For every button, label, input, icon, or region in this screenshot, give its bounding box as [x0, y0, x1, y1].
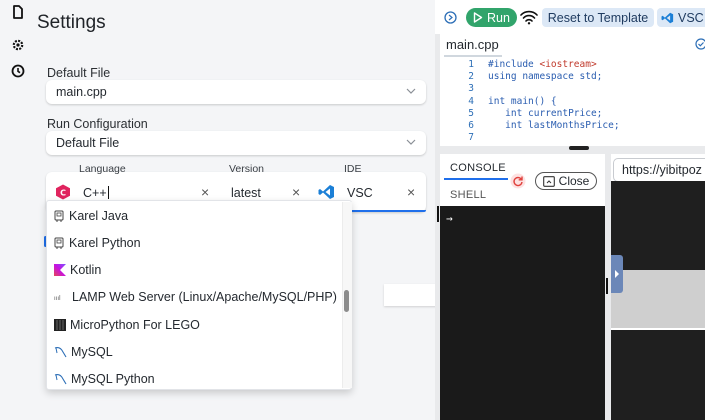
mysql-icon — [54, 347, 67, 358]
chevron-down-icon — [406, 139, 416, 145]
code-line: 6 int lastMonthsPrice; — [468, 120, 620, 131]
preview-content — [611, 181, 705, 270]
preview-content — [611, 270, 705, 328]
tab-shell[interactable]: SHELL — [450, 189, 486, 201]
refresh-icon[interactable] — [510, 173, 526, 189]
version-label: Version — [229, 163, 265, 175]
code-line: 5 int currentPrice; — [468, 108, 603, 119]
svg-text:C: C — [60, 188, 66, 197]
clear-ide-icon[interactable]: × — [407, 185, 415, 199]
reset-to-template-button[interactable]: Reset to Template — [542, 8, 654, 27]
list-item-label: MySQL Python — [71, 372, 155, 386]
lego-icon — [54, 319, 66, 331]
url-bar[interactable]: https://yibitpoz — [613, 158, 705, 182]
language-label: Language — [79, 163, 126, 175]
list-item-label: Karel Python — [69, 236, 141, 250]
run-button-label: Run — [487, 10, 510, 25]
code-line: 1 #include <iostream> — [468, 59, 597, 70]
default-file-label: Default File — [47, 66, 111, 80]
default-file-value: main.cpp — [56, 85, 107, 99]
list-item[interactable]: MicroPython For LEGO — [54, 316, 200, 334]
tab-console[interactable]: CONSOLE — [450, 162, 506, 174]
file-icon[interactable] — [11, 5, 25, 19]
lamp-icon: ıııl — [54, 295, 61, 301]
language-input-value: C++ — [83, 186, 107, 200]
vsc-button[interactable]: VSC — [657, 8, 705, 27]
list-item[interactable]: ıııl LAMP Web Server (Linux/Apache/MySQL… — [54, 288, 337, 306]
list-item[interactable]: Karel Java — [54, 207, 128, 225]
list-item-label: LAMP Web Server (Linux/Apache/MySQL/PHP) — [72, 290, 337, 304]
code-editor[interactable]: main.cpp 1 #include <iostream> 2 using nam… — [440, 34, 705, 146]
terminal-prompt: → — [446, 212, 453, 225]
text-caret — [107, 186, 109, 199]
terminal-output[interactable] — [440, 206, 605, 420]
karel-icon — [54, 237, 64, 249]
code-line: 3 — [468, 83, 474, 94]
text-cursor — [437, 206, 439, 222]
check-circle-icon — [695, 38, 705, 50]
gear-icon[interactable] — [11, 38, 25, 52]
clear-version-icon[interactable]: × — [292, 185, 300, 199]
svg-text:ıııl: ıııl — [54, 295, 61, 301]
tab-underline — [444, 55, 502, 57]
tab-underline — [444, 178, 508, 180]
window-icon — [542, 175, 555, 187]
run-config-label: Run Configuration — [47, 117, 148, 131]
list-item[interactable]: MySQL Python — [54, 370, 155, 388]
ide-label: IDE — [344, 163, 362, 175]
preview-content — [611, 330, 705, 420]
list-item-label: Kotlin — [70, 263, 102, 277]
wifi-icon[interactable] — [520, 9, 538, 25]
language-input[interactable]: C++ — [83, 186, 109, 200]
list-item[interactable]: Kotlin — [54, 261, 101, 279]
list-item-label: MicroPython For LEGO — [70, 318, 200, 332]
clear-language-icon[interactable]: × — [201, 185, 209, 199]
splitter-handle[interactable] — [606, 278, 608, 294]
karel-icon — [54, 210, 64, 222]
close-button-label: Close — [558, 174, 590, 188]
language-dropdown[interactable]: Karel Java Karel Python Kotlin ıııl LAMP… — [46, 200, 352, 390]
list-item[interactable]: MySQL — [54, 343, 113, 361]
mysql-icon — [54, 374, 67, 385]
code-line: 4 int main() { — [468, 96, 557, 107]
chevron-down-icon — [406, 88, 416, 94]
scrollbar-thumb[interactable] — [344, 290, 349, 312]
chevron-right-icon — [615, 270, 619, 278]
run-button[interactable]: Run — [466, 8, 517, 27]
left-rail — [0, 0, 32, 420]
list-item[interactable]: Karel Python — [54, 234, 141, 252]
version-input[interactable]: latest — [231, 186, 261, 200]
clock-icon[interactable] — [11, 64, 25, 78]
list-item-label: MySQL — [71, 345, 113, 359]
vsc-button-label: VSC — [678, 10, 704, 25]
history-icon[interactable] — [443, 10, 458, 25]
code-line: 7 — [468, 132, 474, 142]
vscode-icon — [661, 12, 674, 23]
code-line: 2 using namespace std; — [468, 71, 603, 82]
page-title: Settings — [37, 12, 106, 33]
kotlin-icon — [54, 264, 66, 276]
splitter-handle[interactable] — [569, 146, 589, 150]
vscode-icon — [318, 185, 334, 199]
default-file-select[interactable]: main.cpp — [46, 80, 426, 104]
play-icon — [473, 12, 483, 23]
ide-input[interactable]: VSC — [347, 186, 373, 200]
tab-main-cpp[interactable]: main.cpp — [446, 37, 499, 52]
list-item-label: Karel Java — [69, 209, 129, 223]
cpp-icon: C — [56, 184, 70, 200]
run-config-value: Default File — [56, 136, 120, 150]
close-button[interactable]: Close — [535, 172, 597, 190]
run-config-select[interactable]: Default File — [46, 131, 426, 155]
preview-drawer-handle[interactable] — [611, 255, 623, 293]
